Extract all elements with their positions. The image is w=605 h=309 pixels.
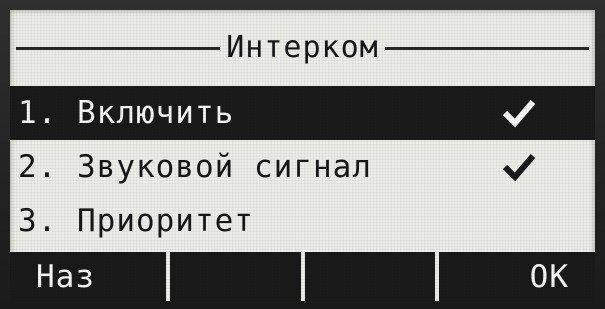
screen-title: Интерком [226,30,379,65]
screen-header: Интерком [10,28,595,68]
softkey-ok-button[interactable]: ОК [438,252,595,301]
title-divider-left [16,46,221,50]
softkey-3-button[interactable] [304,252,435,301]
menu-item-enable[interactable]: 1. Включить [10,86,595,140]
lcd-screen: Интерком 1. Включить 2. Звуковой сигнал … [10,10,595,301]
phone-bezel: Интерком 1. Включить 2. Звуковой сигнал … [0,0,605,309]
menu-item-priority[interactable]: 3. Приоритет [10,194,595,248]
checkmark-icon [502,154,536,182]
menu-list: 1. Включить 2. Звуковой сигнал 3. Приори… [10,86,595,248]
softkey-bar: Наз ОК [10,252,595,301]
menu-item-sound-signal[interactable]: 2. Звуковой сигнал [10,140,595,194]
softkey-back-button[interactable]: Наз [10,252,167,301]
softkey-2-button[interactable] [170,252,301,301]
title-divider-right [384,46,589,50]
checkmark-icon [502,100,536,128]
menu-item-label: 2. Звуковой сигнал [18,149,372,185]
menu-item-label: 1. Включить [18,95,235,131]
menu-item-label: 3. Приоритет [18,203,254,239]
